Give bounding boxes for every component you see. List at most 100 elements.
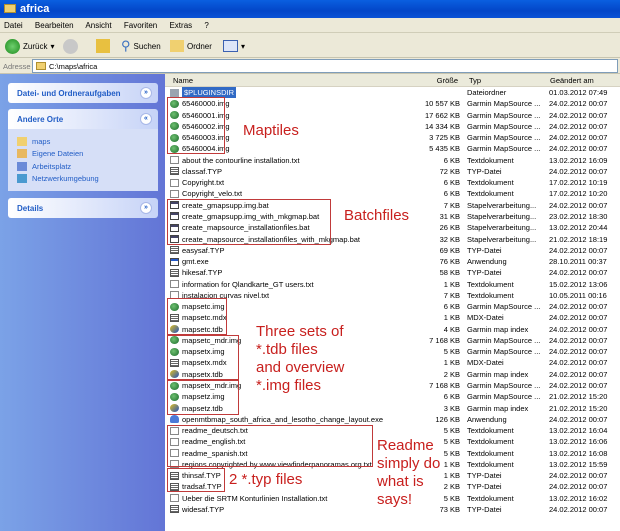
file-row[interactable]: 65460003.img 3 725 KB Garmin MapSource .… bbox=[165, 132, 620, 143]
annotation-box-set-z bbox=[167, 380, 239, 415]
search-button[interactable]: ⚲ Suchen bbox=[121, 37, 161, 55]
file-date: 21.02.2012 15:20 bbox=[549, 403, 608, 413]
file-type: Textdokument bbox=[467, 448, 514, 458]
file-size: 1 KB bbox=[443, 279, 460, 289]
annotation-box-readme bbox=[167, 425, 373, 467]
file-size: 7 168 KB bbox=[429, 335, 460, 345]
file-date: 01.03.2012 07:49 bbox=[549, 88, 608, 97]
txt-file-icon bbox=[170, 494, 179, 503]
file-row[interactable]: 65460002.img 14 334 KB Garmin MapSource … bbox=[165, 121, 620, 132]
file-row[interactable]: Copyright.txt 6 KB Textdokument 17.02.20… bbox=[165, 177, 620, 188]
column-modified[interactable]: Geändert am bbox=[550, 76, 594, 85]
file-tasks-title: Datei- und Ordneraufgaben bbox=[17, 89, 121, 98]
file-name: gmt.exe bbox=[182, 257, 209, 267]
views-button[interactable]: ▾ bbox=[223, 37, 245, 55]
place-maps[interactable]: maps bbox=[17, 135, 158, 148]
back-label: Zurück bbox=[23, 41, 48, 51]
file-row[interactable]: mapsetc.tdb 4 KB Garmin map index 24.02.… bbox=[165, 324, 620, 335]
annotation-box-typ bbox=[167, 468, 225, 492]
annotation-box-set-c bbox=[167, 298, 227, 335]
column-type[interactable]: Typ bbox=[469, 76, 481, 85]
file-row[interactable]: classaf.TYP 72 KB TYP-Datei 24.02.2012 0… bbox=[165, 166, 620, 177]
file-row[interactable]: hikesaf.TYP 58 KB TYP-Datei 24.02.2012 0… bbox=[165, 267, 620, 278]
file-row[interactable]: mapsetc.img 6 KB Garmin MapSource ... 24… bbox=[165, 301, 620, 312]
file-date: 24.02.2012 00:07 bbox=[549, 166, 608, 176]
file-size: 69 KB bbox=[439, 245, 460, 255]
file-type: Garmin MapSource ... bbox=[467, 99, 541, 109]
column-name[interactable]: Name bbox=[173, 76, 193, 85]
txt-file-icon bbox=[170, 280, 179, 289]
file-row[interactable]: instalacion curvas nivel.txt 7 KB Textdo… bbox=[165, 290, 620, 301]
file-row[interactable]: easysaf.TYP 69 KB TYP-Datei 24.02.2012 0… bbox=[165, 245, 620, 256]
up-folder-button[interactable] bbox=[96, 37, 110, 55]
file-type: Garmin MapSource ... bbox=[467, 381, 541, 391]
menu-help[interactable]: ? bbox=[204, 21, 208, 30]
file-size: 2 KB bbox=[443, 369, 460, 379]
file-size: 3 KB bbox=[443, 403, 460, 413]
typ-file-icon bbox=[170, 505, 179, 514]
file-date: 10.05.2011 00:16 bbox=[549, 290, 607, 300]
file-date: 24.02.2012 00:07 bbox=[549, 471, 608, 481]
other-places-header[interactable]: Andere Orte « bbox=[8, 109, 158, 129]
details-panel: Details » bbox=[8, 198, 158, 218]
expand-chevron-icon[interactable]: » bbox=[140, 87, 152, 99]
dropdown-arrow-icon: ▾ bbox=[50, 41, 55, 51]
collapse-chevron-icon[interactable]: « bbox=[140, 113, 152, 125]
file-row[interactable]: 65460004.img 5 435 KB Garmin MapSource .… bbox=[165, 143, 620, 154]
menu-ansicht[interactable]: Ansicht bbox=[85, 21, 111, 30]
back-button[interactable]: Zurück ▾ bbox=[5, 37, 54, 55]
forward-button[interactable] bbox=[63, 37, 78, 55]
file-size: 31 KB bbox=[439, 211, 460, 221]
file-size: 5 KB bbox=[443, 448, 460, 458]
place-netzwerkumgebung[interactable]: Netzwerkumgebung bbox=[17, 173, 158, 186]
menu-favoriten[interactable]: Favoriten bbox=[124, 21, 157, 30]
file-size: 10 557 KB bbox=[424, 99, 460, 109]
file-row[interactable]: $PLUGINSDIR Dateiordner 01.03.2012 07:49 bbox=[165, 87, 620, 99]
menu-bar: Datei Bearbeiten Ansicht Favoriten Extra… bbox=[0, 18, 620, 33]
other-places-panel: Andere Orte « maps Eigene Dateien Arbeits… bbox=[8, 109, 158, 191]
file-row[interactable]: Copyright_velo.txt 6 KB Textdokument 17.… bbox=[165, 188, 620, 199]
file-row[interactable]: 65460001.img 17 662 KB Garmin MapSource … bbox=[165, 110, 620, 121]
file-row[interactable]: information for Qlandkarte_GT users.txt … bbox=[165, 279, 620, 290]
expand-chevron-icon[interactable]: » bbox=[140, 202, 152, 214]
file-size: 7 168 KB bbox=[429, 381, 460, 391]
menu-datei[interactable]: Datei bbox=[4, 21, 23, 30]
txt-file-icon bbox=[170, 156, 179, 165]
file-date: 13.02.2012 16:04 bbox=[549, 426, 608, 436]
file-type: Stapelverarbeitung... bbox=[467, 211, 537, 221]
details-header[interactable]: Details » bbox=[8, 198, 158, 218]
column-size[interactable]: Größe bbox=[437, 76, 458, 85]
file-row[interactable]: about the contourline installation.txt 6… bbox=[165, 155, 620, 166]
file-tasks-header[interactable]: Datei- und Ordneraufgaben » bbox=[8, 83, 158, 103]
file-type: Textdokument bbox=[467, 290, 514, 300]
annotation-maptiles: Maptiles bbox=[243, 122, 299, 140]
folders-button[interactable]: Ordner bbox=[170, 37, 212, 55]
back-arrow-icon bbox=[5, 38, 20, 54]
file-row[interactable]: 65460000.img 10 557 KB Garmin MapSource … bbox=[165, 98, 620, 109]
file-date: 24.02.2012 00:07 bbox=[549, 414, 608, 424]
file-row[interactable]: openmtbmap_south_africa_and_lesotho_chan… bbox=[165, 414, 620, 425]
file-type: Garmin MapSource ... bbox=[467, 347, 541, 357]
annotation-line: what is bbox=[377, 473, 424, 490]
place-arbeitsplatz[interactable]: Arbeitsplatz bbox=[17, 160, 158, 173]
annotation-box-batchfiles bbox=[167, 199, 331, 245]
annotation-batchfiles: Batchfiles bbox=[344, 207, 410, 225]
menu-extras[interactable]: Extras bbox=[169, 21, 192, 30]
file-type: TYP-Datei bbox=[467, 245, 502, 255]
menu-bearbeiten[interactable]: Bearbeiten bbox=[35, 21, 74, 30]
place-label: Eigene Dateien bbox=[32, 149, 84, 159]
views-icon bbox=[223, 40, 238, 52]
file-name: about the contourline installation.txt bbox=[182, 155, 300, 165]
place-label: Arbeitsplatz bbox=[32, 161, 72, 171]
place-eigene-dateien[interactable]: Eigene Dateien bbox=[17, 148, 158, 161]
title-bar: africa bbox=[0, 0, 620, 18]
file-row[interactable]: gmt.exe 76 KB Anwendung 28.10.2011 00:37 bbox=[165, 256, 620, 267]
file-row[interactable]: mapsetc.mdx 1 KB MDX-Datei 24.02.2012 00… bbox=[165, 312, 620, 323]
address-input[interactable]: C:\maps\africa bbox=[32, 59, 618, 73]
file-type: Textdokument bbox=[467, 426, 514, 436]
file-date: 13.02.2012 16:08 bbox=[549, 448, 608, 458]
file-type: MDX-Datei bbox=[467, 313, 504, 323]
file-date: 24.02.2012 00:07 bbox=[549, 369, 608, 379]
file-date: 24.02.2012 00:07 bbox=[549, 245, 608, 255]
file-size: 76 KB bbox=[439, 257, 460, 267]
